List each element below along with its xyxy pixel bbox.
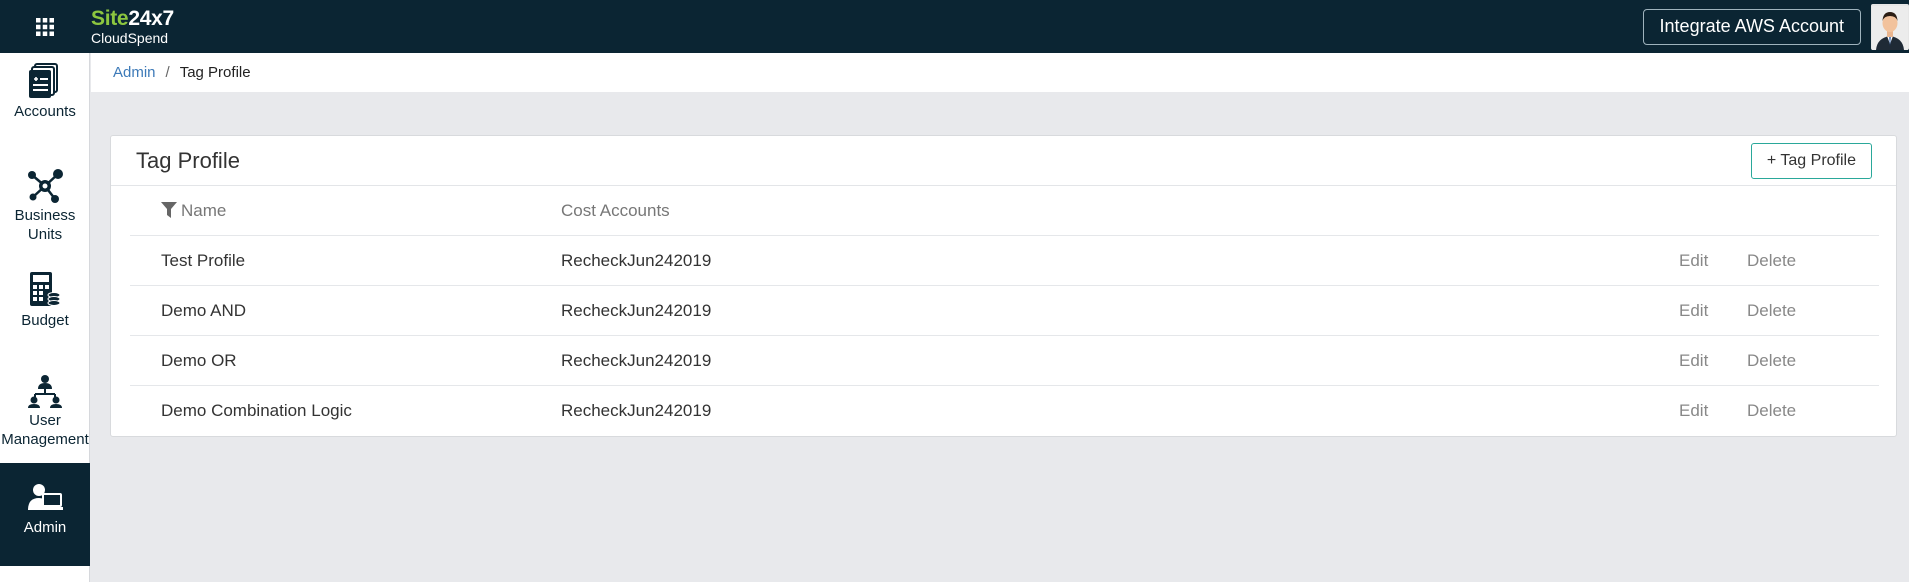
cost-accounts-cell: RecheckJun242019 (561, 401, 712, 420)
profile-name: Demo Combination Logic (161, 401, 352, 420)
admin-icon (28, 484, 63, 510)
tag-profile-card: Tag Profile + Tag Profile Name Cost Acco… (110, 135, 1897, 437)
sidebar-item-label: User Management (1, 412, 89, 448)
page-title: Tag Profile (136, 147, 240, 173)
table-row: Demo AND RecheckJun242019 Edit Delete (130, 286, 1879, 336)
breadcrumb-separator: / (165, 64, 170, 81)
tag-profile-table: Name Cost Accounts Test Profile RecheckJ… (130, 186, 1879, 436)
sidebar-item-budget[interactable]: Budget (0, 271, 90, 336)
sidebar-item-label: Admin (23, 519, 67, 536)
brand-site: Site (91, 7, 129, 30)
profile-name: Demo AND (161, 300, 247, 320)
delete-link[interactable]: Delete (1747, 351, 1796, 371)
sidebar-item-label: Accounts (14, 103, 76, 120)
sidebar-item-label: Business Units (14, 207, 76, 243)
profile-name: Test Profile (161, 250, 246, 270)
cost-accounts-cell: RecheckJun242019 (561, 350, 712, 370)
sidebar-item-accounts[interactable]: Accounts (0, 63, 90, 133)
column-header-cost-accounts: Cost Accounts (561, 200, 670, 220)
breadcrumb-admin-link[interactable]: Admin (113, 64, 156, 81)
accounts-icon (29, 63, 58, 98)
budget-icon (30, 272, 61, 306)
user-management-icon (28, 375, 62, 408)
table-row: Test Profile RecheckJun242019 Edit Delete (130, 236, 1879, 286)
filter-icon[interactable] (161, 202, 177, 219)
edit-link[interactable]: Edit (1679, 351, 1747, 371)
cost-accounts-cell: RecheckJun242019 (561, 300, 712, 320)
sidebar-item-admin[interactable]: Admin (0, 463, 90, 566)
business-units-icon (28, 169, 63, 203)
delete-link[interactable]: Delete (1747, 301, 1796, 321)
cost-accounts-cell: RecheckJun242019 (561, 250, 712, 270)
card-header: Tag Profile + Tag Profile (111, 136, 1896, 186)
sidebar-item-business-units[interactable]: Business Units (0, 168, 90, 248)
user-avatar-icon[interactable] (1871, 3, 1909, 50)
sidebar: Accounts Business Units Budget User Mana… (0, 53, 90, 582)
profile-name: Demo OR (161, 350, 237, 370)
column-header-name[interactable]: Name (181, 201, 226, 221)
top-bar: Site24x7 CloudSpend Integrate AWS Accoun… (0, 0, 1909, 53)
delete-link[interactable]: Delete (1747, 401, 1796, 421)
brand-product: CloudSpend (91, 30, 169, 46)
edit-link[interactable]: Edit (1679, 401, 1747, 421)
edit-link[interactable]: Edit (1679, 301, 1747, 321)
brand-number: 24x7 (128, 7, 174, 30)
sidebar-item-label: Budget (21, 312, 69, 329)
table-header-row: Name Cost Accounts (130, 186, 1879, 236)
table-row: Demo OR RecheckJun242019 Edit Delete (130, 336, 1879, 386)
integrate-aws-account-button[interactable]: Integrate AWS Account (1642, 8, 1861, 45)
add-tag-profile-button[interactable]: + Tag Profile (1750, 142, 1872, 179)
apps-grid-icon[interactable] (0, 0, 90, 53)
delete-link[interactable]: Delete (1747, 251, 1796, 271)
breadcrumb-current: Tag Profile (179, 64, 251, 81)
table-row: Demo Combination Logic RecheckJun242019 … (130, 386, 1879, 436)
edit-link[interactable]: Edit (1679, 251, 1747, 271)
brand-logo[interactable]: Site24x7 CloudSpend (91, 8, 174, 45)
sidebar-item-user-management[interactable]: User Management (0, 373, 90, 453)
breadcrumb: Admin / Tag Profile (91, 53, 1909, 92)
